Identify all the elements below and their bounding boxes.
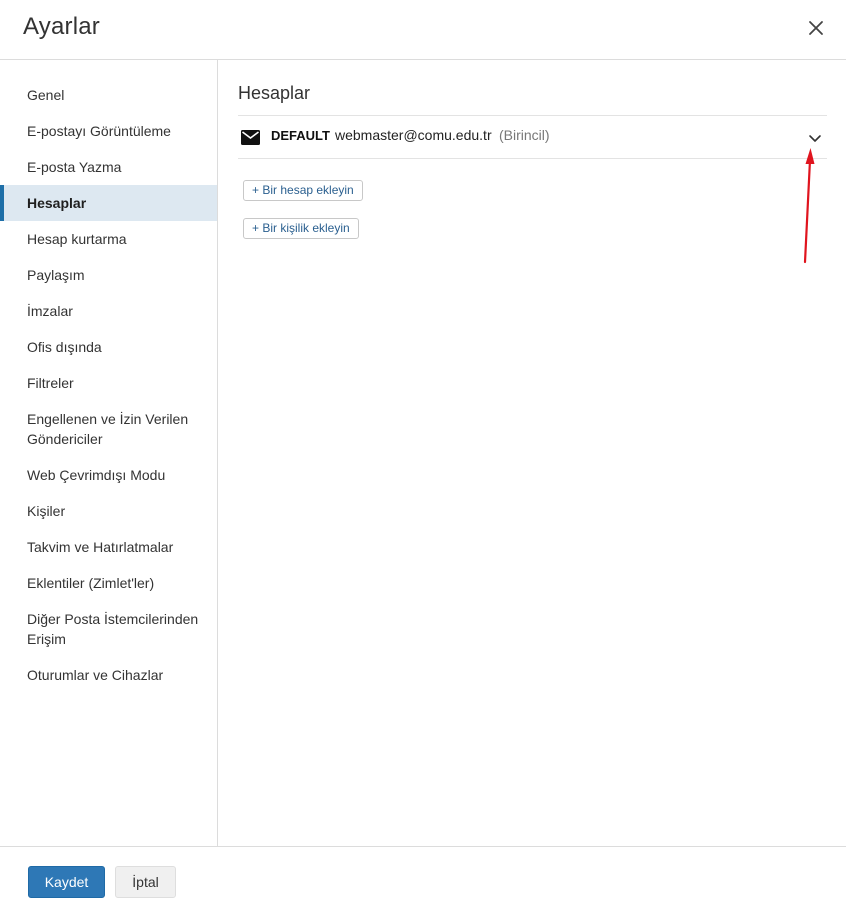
sidebar-item-kisiler[interactable]: Kişiler: [0, 493, 217, 529]
sidebar-item-hesaplar[interactable]: Hesaplar: [0, 185, 217, 221]
section-title: Hesaplar: [238, 83, 311, 103]
sidebar-item-e-posta-yazma[interactable]: E-posta Yazma: [0, 149, 217, 185]
envelope-icon: [241, 130, 260, 145]
annotation-arrow: [803, 148, 815, 264]
sidebar-item-eklentiler-zimlet-ler[interactable]: Eklentiler (Zimlet'ler): [0, 565, 217, 601]
sidebar-item-paylas-m[interactable]: Paylaşım: [0, 257, 217, 293]
sidebar-item-takvim-ve-hat-rlatmalar[interactable]: Takvim ve Hatırlatmalar: [0, 529, 217, 565]
cancel-button[interactable]: İptal: [115, 866, 176, 898]
save-button[interactable]: Kaydet: [28, 866, 105, 898]
add-account-button[interactable]: + Bir hesap ekleyin: [243, 180, 363, 201]
account-status: (Birincil): [499, 127, 550, 143]
sidebar-item-diger-posta-istemcilerinden-erisim[interactable]: Diğer Posta İstemcilerinden Erişim: [0, 601, 217, 657]
sidebar-item-imzalar[interactable]: İmzalar: [0, 293, 217, 329]
account-row[interactable]: DEFAULT webmaster@comu.edu.tr (Birincil): [238, 115, 827, 159]
account-name: DEFAULT: [271, 128, 330, 143]
sidebar-item-genel[interactable]: Genel: [0, 77, 217, 113]
sidebar-item-oturumlar-ve-cihazlar[interactable]: Oturumlar ve Cihazlar: [0, 657, 217, 693]
sidebar-item-e-postay-goruntuleme[interactable]: E-postayı Görüntüleme: [0, 113, 217, 149]
sidebar-item-web-cevrimd-s-modu[interactable]: Web Çevrimdışı Modu: [0, 457, 217, 493]
dialog-title: Ayarlar: [23, 13, 100, 40]
close-icon[interactable]: [804, 16, 828, 40]
add-persona-button[interactable]: + Bir kişilik ekleyin: [243, 218, 359, 239]
settings-sidebar: Genel E-postayı Görüntüleme E-posta Yazma H…: [0, 60, 218, 846]
sidebar-item-hesap-kurtarma[interactable]: Hesap kurtarma: [0, 221, 217, 257]
accounts-panel: Hesaplar DEFAULT webmaster@comu.edu.tr (…: [238, 60, 827, 159]
dialog-footer: Kaydet İptal: [0, 846, 846, 910]
sidebar-item-ofis-d-s-nda[interactable]: Ofis dışında: [0, 329, 217, 365]
sidebar-item-filtreler[interactable]: Filtreler: [0, 365, 217, 401]
settings-nav: Genel E-postayı Görüntüleme E-posta Yazma H…: [0, 60, 217, 693]
account-email: webmaster@comu.edu.tr: [335, 127, 492, 143]
dialog-header: Ayarlar: [0, 0, 846, 60]
sidebar-item-engellenen-ve-izin-verilen-gondericiler[interactable]: Engellenen ve İzin Verilen Göndericiler: [0, 401, 217, 457]
